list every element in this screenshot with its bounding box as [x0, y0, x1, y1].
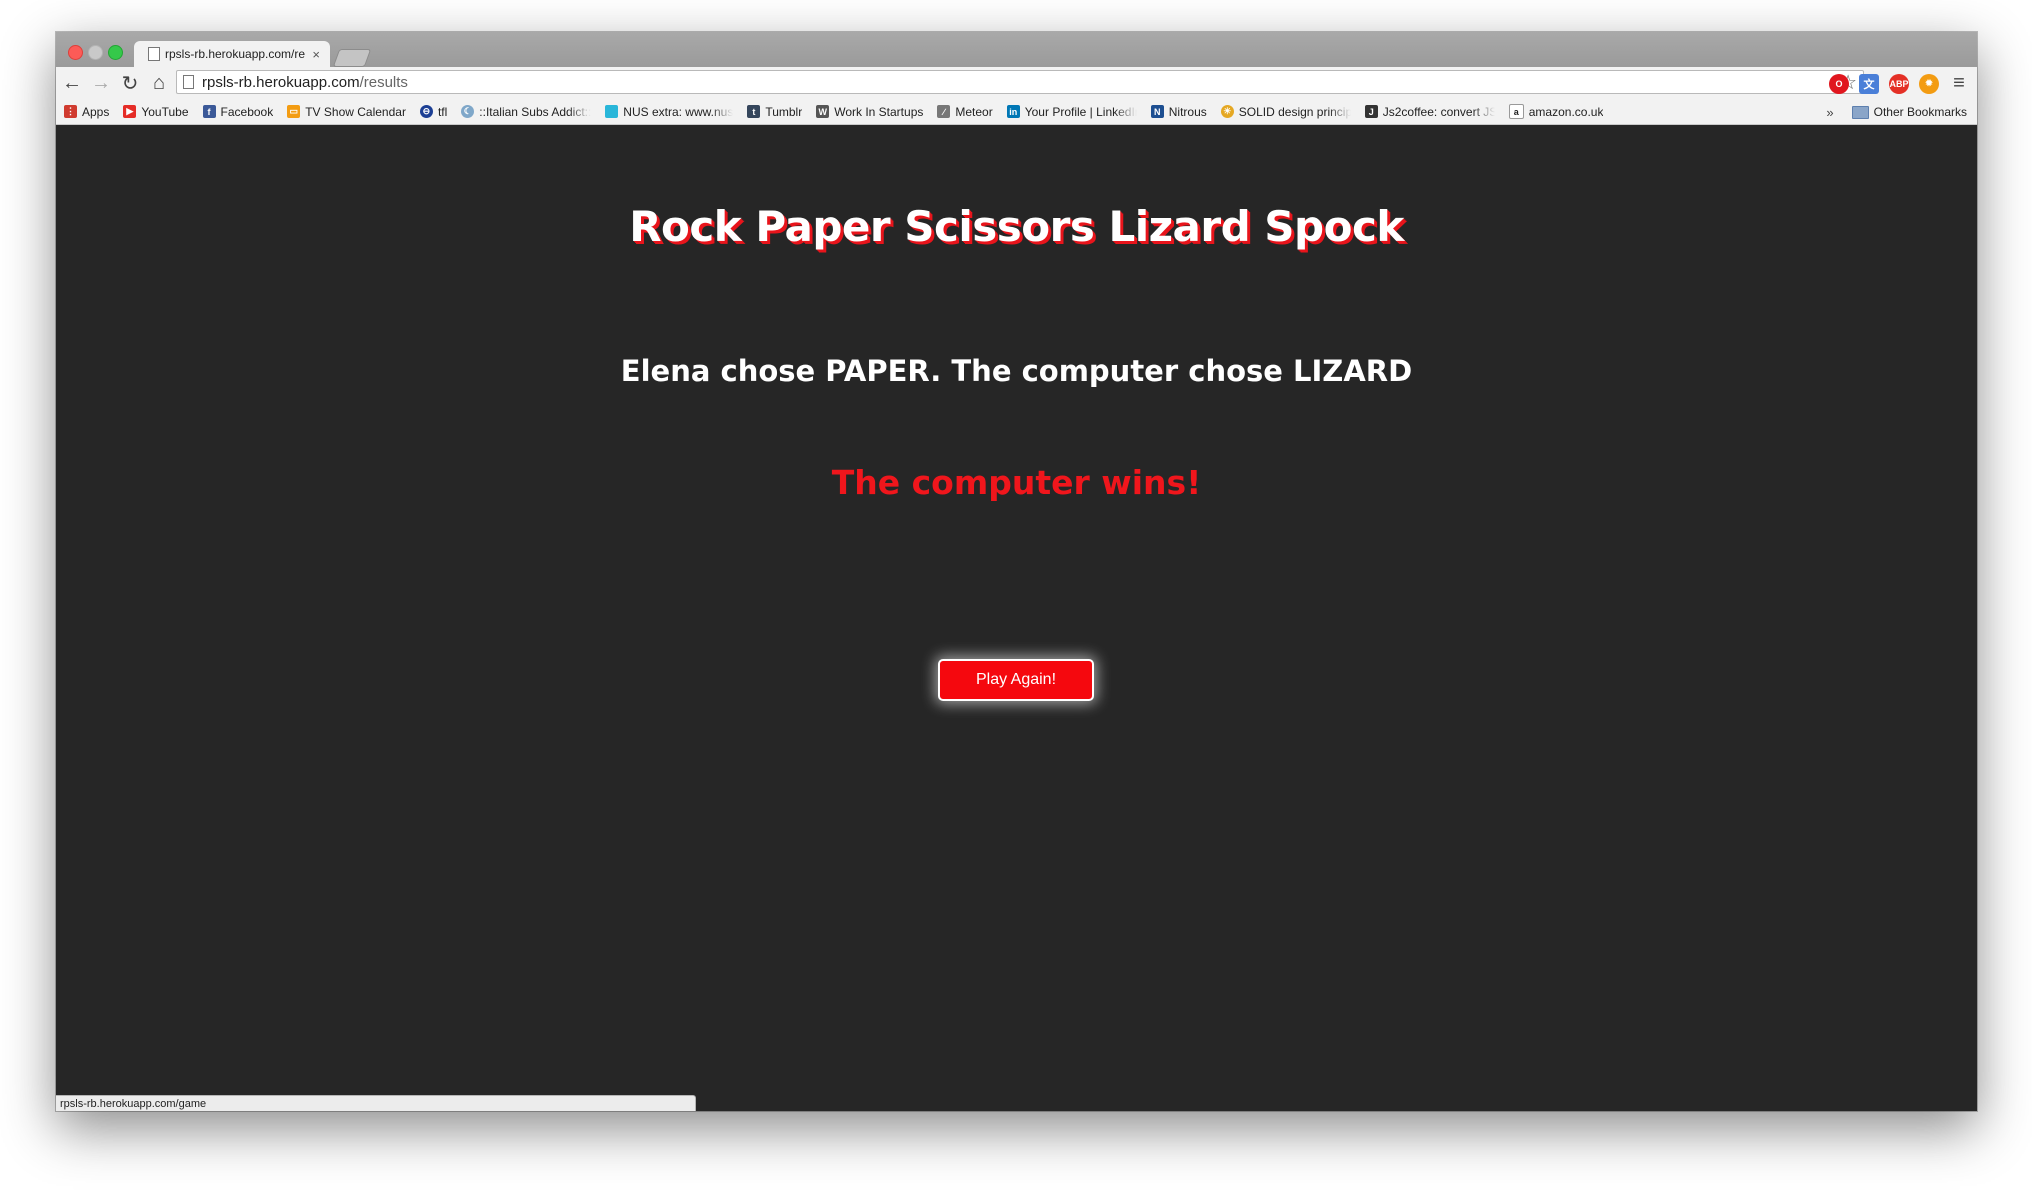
opera-icon[interactable]: O: [1829, 73, 1849, 94]
bookmark-linkedin[interactable]: in Your Profile | LinkedIn: [1006, 105, 1137, 119]
minimize-window-button[interactable]: [88, 45, 103, 60]
new-tab-button[interactable]: [332, 49, 372, 67]
translate-icon[interactable]: 文: [1859, 73, 1879, 94]
result-message: The computer wins!: [831, 463, 1202, 502]
status-bar: rpsls-rb.herokuapp.com/game: [56, 1095, 696, 1111]
close-tab-icon[interactable]: ×: [312, 47, 320, 62]
fire-extension-icon[interactable]: ✹: [1919, 73, 1939, 94]
tfl-roundel-icon: ⊖: [419, 105, 433, 118]
tab-strip: rpsls-rb.herokuapp.com/re ×: [56, 32, 1977, 67]
tab-title: rpsls-rb.herokuapp.com/re: [165, 47, 306, 61]
home-button[interactable]: ⌂: [146, 70, 172, 96]
url-text: rpsls-rb.herokuapp.com/results: [202, 74, 1839, 91]
back-button[interactable]: ←: [59, 70, 85, 96]
bookmark-tfl[interactable]: ⊖ tfl: [419, 105, 447, 119]
adblock-plus-icon[interactable]: ABP: [1889, 73, 1909, 94]
nitrous-icon: N: [1150, 105, 1164, 118]
reload-button[interactable]: ↻: [117, 70, 143, 96]
bookmark-amazon[interactable]: a amazon.co.uk: [1508, 104, 1603, 119]
folder-icon: [1851, 105, 1869, 119]
browser-window: rpsls-rb.herokuapp.com/re × ← → ↻ ⌂ rpsl…: [56, 32, 1977, 1111]
page-icon: [148, 47, 160, 61]
chrome-menu-icon[interactable]: ≡: [1949, 72, 1969, 95]
choices-summary: Elena chose PAPER. The computer chose LI…: [620, 354, 1413, 388]
bookmarks-overflow-chevron[interactable]: »: [1826, 105, 1833, 120]
bookmark-work-in-startups[interactable]: W Work In Startups: [816, 105, 923, 119]
js2coffee-icon: J: [1364, 105, 1378, 118]
url-path: /results: [359, 73, 408, 91]
bookmarks-bar: ⋮ Apps ▶ YouTube f Facebook ▭ TV Show Calend…: [56, 99, 1977, 125]
apps-grid-icon: ⋮: [64, 105, 77, 118]
youtube-icon: ▶: [123, 105, 137, 118]
tab-results[interactable]: rpsls-rb.herokuapp.com/re ×: [134, 41, 330, 67]
maximize-window-button[interactable]: [108, 45, 123, 60]
bookmark-italian-subs-addict[interactable]: ☾::Italian Subs Addict::: [461, 105, 591, 119]
page-title: Rock Paper Scissors Lizard Spock: [629, 202, 1404, 251]
meteor-icon: ∕: [937, 105, 951, 118]
bookmark-js2coffee[interactable]: J Js2coffee: convert JS: [1364, 105, 1495, 119]
bookmark-nus-extra[interactable]: NUS extra: www.nus: [605, 105, 733, 119]
tv-icon: ▭: [287, 105, 301, 118]
browser-toolbar: ← → ↻ ⌂ rpsls-rb.herokuapp.com/results ☆…: [56, 67, 1977, 99]
bookmark-youtube[interactable]: ▶ YouTube: [123, 105, 189, 119]
wis-icon: W: [816, 105, 830, 118]
extension-icons: O 文 ABP ✹ ≡: [1829, 72, 1969, 95]
facebook-icon: f: [202, 105, 216, 118]
amazon-icon: a: [1508, 104, 1524, 119]
other-bookmarks-button[interactable]: Other Bookmarks: [1874, 105, 1967, 119]
moon-icon: ☾: [461, 105, 475, 118]
bookmark-nitrous[interactable]: N Nitrous: [1150, 105, 1207, 119]
linkedin-icon: in: [1006, 105, 1020, 118]
bulb-icon: ☀: [1220, 105, 1234, 118]
play-again-button[interactable]: Play Again!: [938, 659, 1094, 701]
bookmarks-right: » Other Bookmarks: [1826, 99, 1967, 125]
address-bar[interactable]: rpsls-rb.herokuapp.com/results ☆: [176, 70, 1864, 94]
close-window-button[interactable]: [68, 45, 83, 60]
bookmark-facebook[interactable]: f Facebook: [202, 105, 273, 119]
url-domain: rpsls-rb.herokuapp.com: [202, 73, 360, 91]
forward-button[interactable]: →: [88, 70, 114, 96]
bookmark-tv-show-calendar[interactable]: ▭ TV Show Calendar: [287, 105, 406, 119]
bookmark-apps[interactable]: ⋮ Apps: [64, 105, 109, 119]
nus-icon: [605, 105, 619, 118]
tumblr-icon: t: [747, 105, 761, 118]
page-content: Rock Paper Scissors Lizard Spock Elena c…: [56, 126, 1977, 1111]
bookmark-solid-design[interactable]: ☀SOLID design principles: [1220, 105, 1351, 119]
page-icon: [183, 75, 194, 89]
bookmark-tumblr[interactable]: t Tumblr: [747, 105, 802, 119]
bookmark-meteor[interactable]: ∕ Meteor: [937, 105, 993, 119]
